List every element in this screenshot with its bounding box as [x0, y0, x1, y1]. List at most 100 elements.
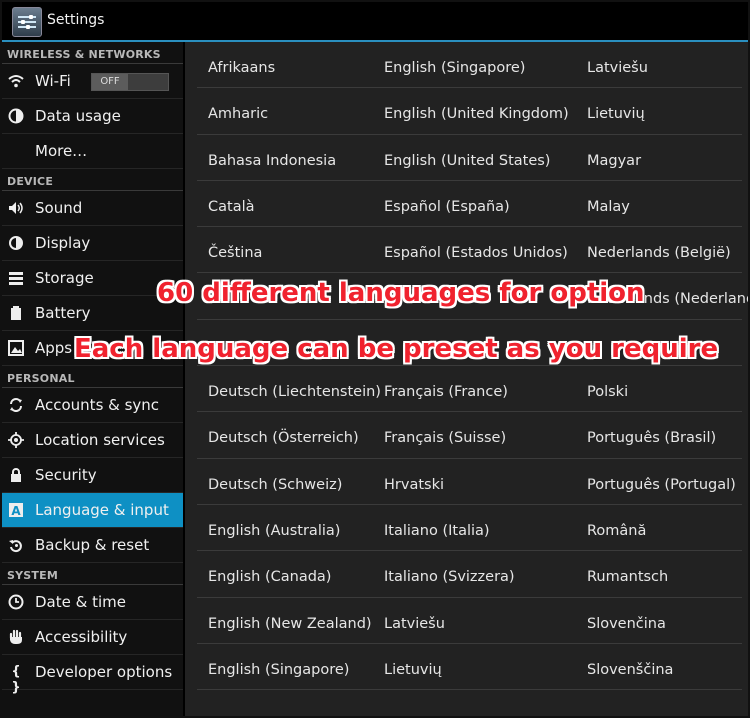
- language-option[interactable]: Slovenščina: [587, 662, 673, 678]
- settings-sidebar: WIRELESS & NETWORKS Wi-Fi OFF Data usage…: [2, 42, 183, 716]
- language-row: Deutsch (Österreich) Français (Suisse) Por…: [185, 412, 748, 459]
- language-option[interactable]: English (Singapore): [384, 60, 525, 76]
- language-option[interactable]: Rumantsch: [587, 569, 668, 585]
- sidebar-item-wifi[interactable]: Wi-Fi OFF: [2, 64, 183, 99]
- language-option[interactable]: Deutsch (Österreich): [208, 430, 359, 446]
- language-option[interactable]: English (United Kingdom): [384, 106, 569, 122]
- sidebar-item-accessibility[interactable]: Accessibility: [2, 620, 183, 655]
- language-option[interactable]: Français (France): [384, 384, 508, 400]
- language-option[interactable]: Afrikaans: [208, 60, 275, 76]
- sidebar-item-label: Date & time: [35, 593, 126, 611]
- keyboard-a-icon: A: [8, 502, 24, 518]
- section-system: SYSTEM: [2, 563, 183, 585]
- hand-icon: [8, 629, 24, 645]
- language-option[interactable]: Español (España): [384, 199, 510, 215]
- sync-icon: [8, 397, 24, 413]
- language-row: Afrikaans English (Singapore) Latviešu: [185, 42, 748, 89]
- sidebar-item-label: Developer options: [35, 663, 173, 681]
- language-option[interactable]: Français (Suisse): [384, 430, 506, 446]
- title-bar: Settings: [2, 2, 748, 42]
- sidebar-item-more[interactable]: More…: [2, 134, 183, 169]
- language-list: Afrikaans English (Singapore) Latviešu Amha…: [185, 42, 748, 716]
- sidebar-item-display[interactable]: Display: [2, 226, 183, 261]
- language-option[interactable]: English (Canada): [208, 569, 331, 585]
- language-option[interactable]: English (Australia): [208, 523, 340, 539]
- sidebar-item-label: Battery: [35, 304, 91, 322]
- battery-icon: [8, 305, 24, 321]
- section-device: DEVICE: [2, 169, 183, 191]
- sidebar-item-data-usage[interactable]: Data usage: [2, 99, 183, 134]
- language-option[interactable]: Català: [208, 199, 255, 215]
- language-option[interactable]: Português (Brasil): [587, 430, 716, 446]
- storage-icon: [8, 270, 24, 286]
- sidebar-item-label: Storage: [35, 269, 94, 287]
- language-option[interactable]: Latviešu: [384, 616, 445, 632]
- language-option[interactable]: Slovenčina: [587, 616, 666, 632]
- language-option[interactable]: English (United States): [384, 153, 550, 169]
- sidebar-item-label: More…: [35, 142, 88, 160]
- language-option[interactable]: Deutsch (Schweiz): [208, 477, 342, 493]
- language-option[interactable]: Română: [587, 523, 646, 539]
- data-usage-icon: [8, 108, 24, 124]
- language-option[interactable]: Latviešu: [587, 60, 648, 76]
- sidebar-item-language-input[interactable]: A Language & input: [2, 493, 183, 528]
- section-wireless-networks: WIRELESS & NETWORKS: [2, 42, 183, 64]
- overlay-caption-2: Each language can be preset as you requi…: [74, 334, 719, 364]
- sidebar-item-battery[interactable]: Battery: [2, 296, 183, 331]
- language-option[interactable]: Italiano (Svizzera): [384, 569, 515, 585]
- braces-icon: { }: [11, 664, 21, 695]
- language-row: Català Español (España) Malay: [185, 181, 748, 228]
- language-option[interactable]: Lietuvių: [384, 662, 442, 678]
- wifi-toggle[interactable]: OFF: [91, 73, 169, 91]
- language-row: Čeština Español (Estados Unidos) Nederland…: [185, 227, 748, 274]
- sidebar-item-label: Backup & reset: [35, 536, 150, 554]
- sidebar-item-security[interactable]: Security: [2, 458, 183, 493]
- language-option[interactable]: Hrvatski: [384, 477, 444, 493]
- language-option[interactable]: Deutsch (Liechtenstein): [208, 384, 381, 400]
- sidebar-item-label: Sound: [35, 199, 83, 217]
- sidebar-item-sound[interactable]: Sound: [2, 191, 183, 226]
- section-personal: PERSONAL: [2, 366, 183, 388]
- language-option[interactable]: Nederlands (België): [587, 245, 731, 261]
- volume-icon: [8, 200, 24, 216]
- sidebar-item-label: Location services: [35, 431, 165, 449]
- language-row: Bahasa Indonesia English (United States) M…: [185, 135, 748, 182]
- sidebar-item-label: Accessibility: [35, 628, 128, 646]
- sidebar-item-location-services[interactable]: Location services: [2, 423, 183, 458]
- language-option[interactable]: Amharic: [208, 106, 268, 122]
- language-option[interactable]: Lietuvių: [587, 106, 645, 122]
- language-row: English (New Zealand) Latviešu Slovenčina: [185, 598, 748, 645]
- language-option[interactable]: English (New Zealand): [208, 616, 372, 632]
- brightness-icon: [8, 235, 24, 251]
- sidebar-item-label: Security: [35, 466, 97, 484]
- sidebar-item-storage[interactable]: Storage: [2, 261, 183, 296]
- language-option[interactable]: Čeština: [208, 245, 262, 261]
- language-option[interactable]: Español (Estados Unidos): [384, 245, 568, 261]
- language-row: Deutsch (Liechtenstein) Français (France)…: [185, 366, 748, 413]
- language-option[interactable]: Polski: [587, 384, 628, 400]
- backup-icon: [8, 537, 24, 553]
- apps-icon: [8, 340, 24, 356]
- sidebar-item-backup-reset[interactable]: Backup & reset: [2, 528, 183, 563]
- sidebar-item-date-time[interactable]: Date & time: [2, 585, 183, 620]
- wifi-toggle-state: OFF: [92, 74, 128, 90]
- sidebar-item-developer-options[interactable]: { } Developer options: [2, 655, 183, 695]
- sidebar-item-accounts-sync[interactable]: Accounts & sync: [2, 388, 183, 423]
- language-row: English (Singapore) Lietuvių Slovenščina: [185, 644, 748, 691]
- language-option[interactable]: English (Singapore): [208, 662, 349, 678]
- sidebar-item-label: Wi-Fi: [35, 72, 71, 90]
- language-option[interactable]: Magyar: [587, 153, 641, 169]
- overlay-caption-1: 60 different languages for option: [157, 278, 645, 308]
- language-option[interactable]: Português (Portugal): [587, 477, 736, 493]
- sidebar-item-label: Data usage: [35, 107, 121, 125]
- app-title: Settings: [47, 12, 105, 28]
- sidebar-item-label: Language & input: [35, 501, 169, 519]
- settings-app-icon[interactable]: [12, 7, 42, 37]
- language-option[interactable]: Bahasa Indonesia: [208, 153, 336, 169]
- language-option[interactable]: Italiano (Italia): [384, 523, 490, 539]
- sidebar-item-label: Apps: [35, 339, 73, 357]
- language-row: English (Canada) Italiano (Svizzera) Ruman…: [185, 551, 748, 598]
- screenshot-frame: Settings WIRELESS & NETWORKS Wi-Fi OFF D…: [0, 0, 750, 718]
- language-row: English (Australia) Italiano (Italia) Româ…: [185, 505, 748, 552]
- language-option[interactable]: Malay: [587, 199, 630, 215]
